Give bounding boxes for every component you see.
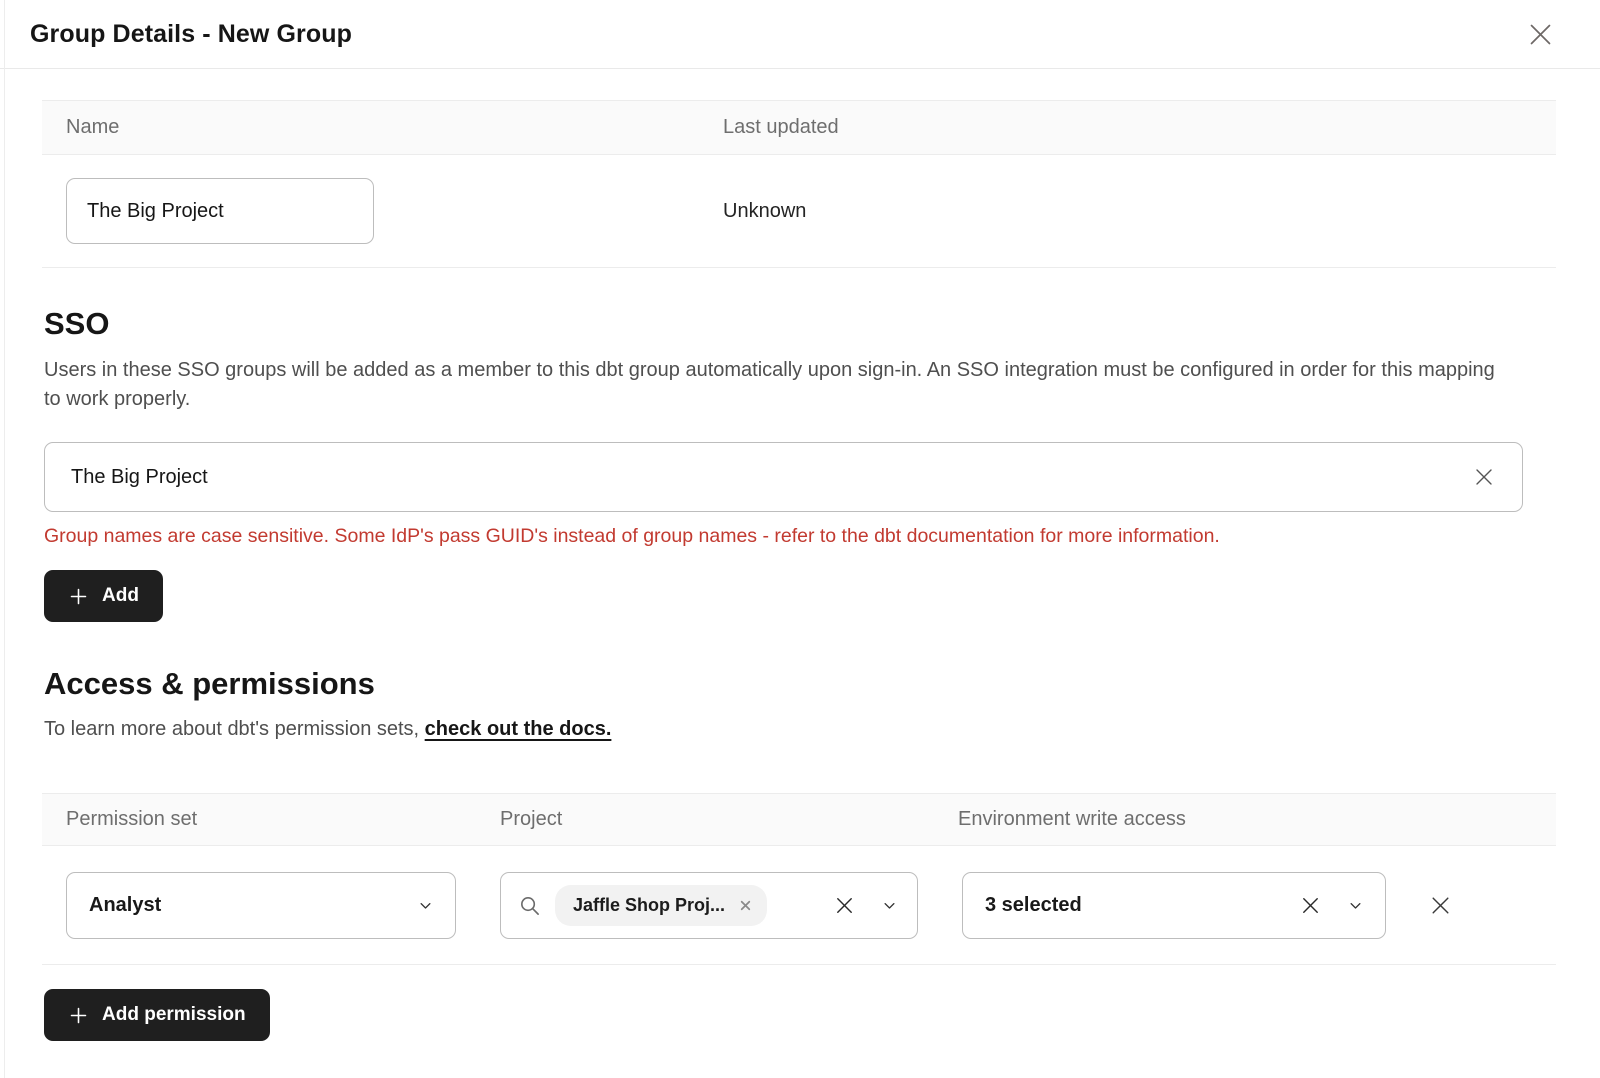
permission-row: Analyst Jaffle Shop Proj...: [42, 846, 1556, 965]
environment-write-access-select[interactable]: 3 selected: [962, 872, 1386, 939]
permission-set-value: Analyst: [89, 894, 161, 917]
sso-case-sensitive-warning: Group names are case sensitive. Some IdP…: [44, 525, 1600, 548]
project-chip-label: Jaffle Shop Proj...: [573, 895, 725, 916]
group-name-table: Name Last updated Unknown: [42, 100, 1556, 268]
add-permission-button[interactable]: Add permission: [44, 989, 270, 1041]
permissions-description: To learn more about dbt's permission set…: [44, 718, 1600, 741]
table-row: Unknown: [42, 155, 1556, 268]
plus-icon: [68, 586, 89, 607]
plus-icon: [68, 1005, 89, 1026]
project-multiselect[interactable]: Jaffle Shop Proj...: [500, 872, 918, 939]
permissions-table-header: Permission set Project Environment write…: [42, 793, 1556, 846]
name-cell: [42, 178, 723, 244]
add-permission-button-label: Add permission: [102, 1004, 246, 1026]
last-updated-value: Unknown: [723, 200, 1556, 223]
column-header-name: Name: [42, 116, 723, 139]
sso-description: Users in these SSO groups will be added …: [44, 356, 1514, 414]
environment-selected-value: 3 selected: [985, 894, 1082, 917]
clear-x-icon[interactable]: [1472, 465, 1496, 489]
close-icon[interactable]: [1527, 21, 1554, 48]
column-header-permission-set: Permission set: [42, 808, 476, 831]
sso-heading: SSO: [44, 306, 1600, 342]
sso-group-field[interactable]: [44, 442, 1523, 512]
search-icon: [518, 894, 541, 917]
chevron-down-icon[interactable]: [882, 898, 897, 913]
permissions-description-text: To learn more about dbt's permission set…: [44, 718, 425, 740]
permissions-table: Permission set Project Environment write…: [42, 793, 1556, 965]
add-button-label: Add: [102, 585, 139, 607]
chip-remove-x-icon[interactable]: [739, 899, 752, 912]
page-title: Group Details - New Group: [30, 20, 352, 49]
group-name-table-header: Name Last updated: [42, 100, 1556, 155]
column-header-project: Project: [476, 808, 934, 831]
modal-left-edge-divider: [4, 0, 5, 1078]
clear-x-icon[interactable]: [1299, 894, 1322, 917]
column-header-environment-write-access: Environment write access: [934, 808, 1556, 831]
permission-set-cell: Analyst: [42, 872, 476, 939]
permission-set-select[interactable]: Analyst: [66, 872, 456, 939]
group-name-input[interactable]: [66, 178, 374, 244]
docs-link[interactable]: check out the docs.: [425, 718, 612, 740]
delete-permission-row-icon[interactable]: [1428, 893, 1453, 918]
clear-x-icon[interactable]: [833, 894, 856, 917]
add-sso-group-button[interactable]: Add: [44, 570, 163, 622]
sso-group-input[interactable]: [71, 466, 1472, 489]
environment-cell: 3 selected: [934, 872, 1556, 939]
modal-header: Group Details - New Group: [0, 0, 1600, 69]
chevron-down-icon[interactable]: [418, 898, 433, 913]
chevron-down-icon[interactable]: [1348, 898, 1363, 913]
project-chip[interactable]: Jaffle Shop Proj...: [555, 885, 767, 926]
access-permissions-heading: Access & permissions: [44, 666, 1600, 702]
column-header-last-updated: Last updated: [723, 116, 1556, 139]
project-cell: Jaffle Shop Proj...: [476, 872, 934, 939]
